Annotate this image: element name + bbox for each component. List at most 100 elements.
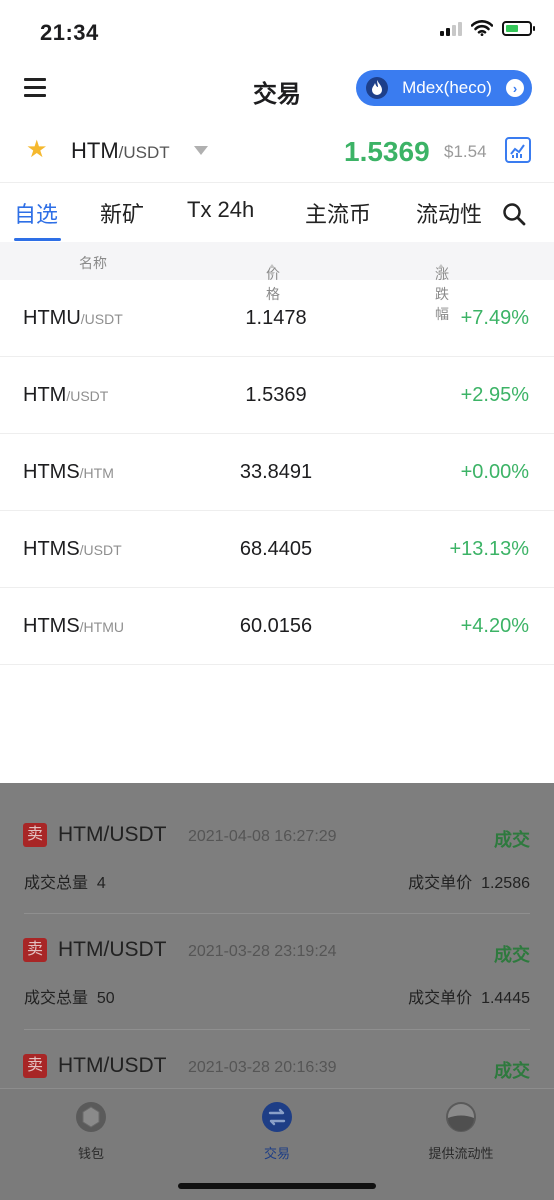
table-row[interactable]: HTM/USDT 1.5369 +2.95% bbox=[0, 357, 554, 434]
row-change: +2.95% bbox=[460, 384, 529, 406]
table-row[interactable]: HTMS/HTMU 60.0156 +4.20% bbox=[0, 588, 554, 665]
search-icon[interactable] bbox=[502, 202, 526, 226]
notification-time: 2021-04-08 16:27:29 bbox=[188, 828, 337, 845]
row-price: 33.8491 bbox=[239, 461, 313, 483]
tab-new-mining[interactable]: 新矿 bbox=[100, 197, 144, 229]
trade-notification[interactable]: 卖 HTM/USDT 2021-04-08 16:27:29 成交 成交总量 4… bbox=[0, 783, 554, 898]
flame-logo-icon bbox=[366, 77, 388, 99]
amount-value: 4 bbox=[96, 875, 106, 892]
row-price: 1.5369 bbox=[245, 384, 307, 406]
table-row[interactable]: HTMS/HTM 33.8491 +0.00% bbox=[0, 434, 554, 511]
sell-badge: 卖 bbox=[23, 823, 47, 847]
wallet-icon bbox=[76, 1102, 106, 1132]
trade-notification[interactable]: 卖 HTM/USDT 2021-03-28 23:19:24 成交 成交总量 5… bbox=[0, 898, 554, 1013]
status-icons bbox=[440, 20, 535, 36]
row-pair: HTMS/HTMU bbox=[23, 615, 124, 638]
star-icon[interactable]: ★ bbox=[26, 138, 48, 162]
signal-icon bbox=[440, 20, 462, 36]
row-change: +13.13% bbox=[449, 538, 529, 560]
liquidity-icon bbox=[446, 1102, 476, 1132]
row-quote: /HTMU bbox=[79, 619, 124, 635]
active-tab-indicator bbox=[14, 238, 61, 241]
row-change: +0.00% bbox=[460, 461, 529, 483]
swap-icon bbox=[262, 1102, 292, 1132]
row-price: 60.0156 bbox=[239, 615, 313, 637]
dex-selector-label: Mdex(heco) bbox=[402, 78, 492, 97]
table-row[interactable]: HTMU/USDT 1.1478 +7.49% bbox=[0, 280, 554, 357]
row-price: 1.1478 bbox=[245, 307, 307, 329]
row-base: HTMS bbox=[23, 461, 80, 483]
notification-pair: HTM/USDT bbox=[58, 823, 167, 846]
app-header: 交易 Mdex(heco) › bbox=[0, 60, 554, 120]
status-time: 21:34 bbox=[40, 20, 99, 45]
menu-icon[interactable] bbox=[24, 78, 46, 97]
unit-price-value: 1.2586 bbox=[481, 875, 530, 892]
notification-status: 成交 bbox=[494, 830, 530, 850]
nav-wallet[interactable]: 钱包 bbox=[26, 1101, 156, 1162]
row-pair: HTMS/USDT bbox=[23, 538, 122, 561]
notification-time: 2021-03-28 23:19:24 bbox=[188, 943, 337, 960]
sort-icon bbox=[269, 264, 276, 276]
notification-status: 成交 bbox=[494, 1061, 530, 1081]
nav-trade[interactable]: 交易 bbox=[212, 1101, 342, 1162]
nav-liquidity-label: 提供流动性 bbox=[428, 1146, 494, 1161]
chart-button[interactable] bbox=[505, 137, 531, 163]
pair-base: HTM bbox=[71, 138, 119, 163]
amount-value: 50 bbox=[96, 990, 115, 1007]
battery-icon bbox=[502, 20, 535, 36]
row-pair: HTMU/USDT bbox=[23, 307, 123, 330]
amount-label: 成交总量 bbox=[24, 990, 89, 1007]
pair-list: HTMU/USDT 1.1478 +7.49% HTM/USDT 1.5369 … bbox=[0, 280, 554, 665]
row-base: HTMS bbox=[23, 615, 80, 637]
table-row[interactable]: HTMS/USDT 68.4405 +13.13% bbox=[0, 511, 554, 588]
column-name: 名称 bbox=[79, 255, 107, 271]
status-bar: 21:34 bbox=[0, 0, 554, 60]
notification-time: 2021-03-28 20:16:39 bbox=[188, 1059, 337, 1076]
dex-selector-button[interactable]: Mdex(heco) › bbox=[356, 70, 532, 106]
table-header: 名称 价格 涨跌幅 bbox=[0, 242, 554, 322]
nav-trade-label: 交易 bbox=[263, 1146, 290, 1161]
pair-summary: ★ HTM/USDT 1.5369 $1.54 bbox=[0, 122, 554, 180]
row-pair: HTM/USDT bbox=[23, 384, 108, 407]
row-pair: HTMS/HTM bbox=[23, 461, 114, 484]
sort-icon bbox=[438, 264, 445, 276]
unit-price-value: 1.4445 bbox=[481, 990, 530, 1007]
notification-unit-price: 成交单价 1.4445 bbox=[408, 984, 530, 1008]
amount-label: 成交总量 bbox=[24, 875, 89, 892]
home-indicator[interactable] bbox=[178, 1183, 376, 1189]
notification-amount: 成交总量 50 bbox=[24, 984, 115, 1008]
pair-selector[interactable]: HTM/USDT bbox=[71, 138, 170, 164]
caret-down-icon[interactable] bbox=[194, 146, 208, 155]
pair-quote: /USDT bbox=[118, 143, 170, 162]
notification-amount: 成交总量 4 bbox=[24, 869, 106, 893]
nav-liquidity[interactable]: 提供流动性 bbox=[396, 1101, 526, 1162]
row-change: +4.20% bbox=[460, 615, 529, 637]
tab-mainstream[interactable]: 主流币 bbox=[305, 197, 371, 229]
current-price: 1.5369 bbox=[344, 136, 430, 167]
notification-pair: HTM/USDT bbox=[58, 1054, 167, 1077]
chart-icon bbox=[510, 144, 525, 158]
sell-badge: 卖 bbox=[23, 1054, 47, 1078]
row-quote: /USDT bbox=[79, 542, 122, 558]
chevron-right-icon: › bbox=[506, 79, 524, 97]
usd-price: $1.54 bbox=[444, 142, 487, 161]
unit-price-label: 成交单价 bbox=[408, 990, 473, 1007]
tab-favorites[interactable]: 自选 bbox=[14, 197, 58, 229]
row-quote: /USDT bbox=[80, 311, 123, 327]
wifi-icon bbox=[471, 20, 493, 36]
tab-liquidity[interactable]: 流动性 bbox=[416, 197, 482, 229]
row-base: HTMU bbox=[23, 307, 81, 329]
row-base: HTMS bbox=[23, 538, 80, 560]
row-quote: /USDT bbox=[66, 388, 109, 404]
unit-price-label: 成交单价 bbox=[408, 875, 473, 892]
nav-wallet-label: 钱包 bbox=[77, 1146, 104, 1161]
notification-unit-price: 成交单价 1.2586 bbox=[408, 869, 530, 893]
tab-tx-24h[interactable]: Tx 24h bbox=[187, 197, 254, 223]
row-quote: /HTM bbox=[79, 465, 114, 481]
row-base: HTM bbox=[23, 384, 67, 406]
sell-badge: 卖 bbox=[23, 938, 47, 962]
notification-status: 成交 bbox=[494, 945, 530, 965]
category-tabs: 自选 新矿 Tx 24h 主流币 流动性 bbox=[0, 182, 554, 242]
row-change: +7.49% bbox=[460, 307, 529, 329]
row-price: 68.4405 bbox=[239, 538, 313, 560]
